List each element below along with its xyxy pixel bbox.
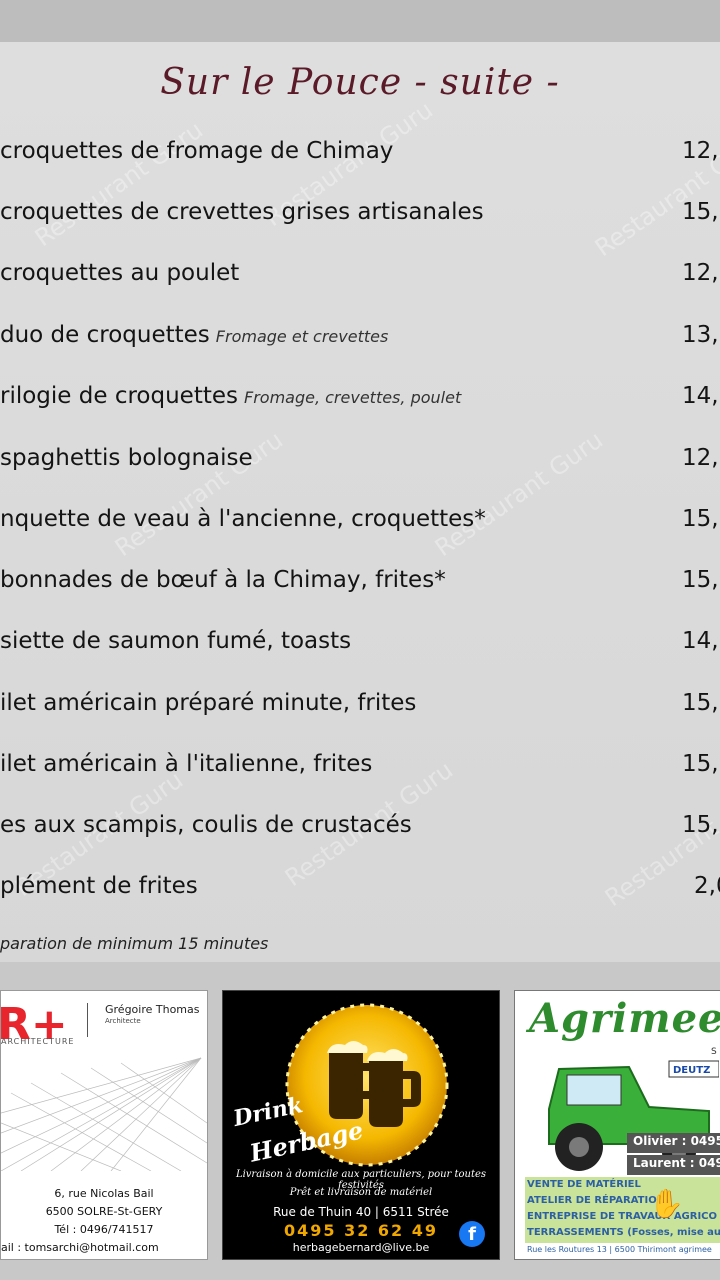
agrimee-brand: Agrimee (529, 995, 720, 1042)
menu-item: siette de saumon fumé, toasts 14,5 (0, 628, 720, 668)
item-name-text: ilet américain à l'italienne, frites (0, 751, 373, 777)
item-name-text: croquettes au poulet (0, 260, 240, 286)
item-price: 12,0 (682, 138, 720, 164)
top-band (0, 0, 720, 42)
architect-tagline: ARCHITECTURE (1, 1037, 75, 1046)
item-name-text: croquettes de crevettes grises artisanal… (0, 199, 484, 225)
menu-item: croquettes au poulet 12,0 (0, 260, 720, 300)
architect-name: Grégoire Thomas (105, 1003, 200, 1016)
agrimee-service-1: VENTE DE MATÉRIEL (527, 1179, 641, 1190)
agrimee-service-2: ATELIER DE RÉPARATION (527, 1195, 666, 1206)
item-price: 15,5 (682, 506, 720, 532)
item-name: nquette de veau à l'ancienne, croquettes… (0, 506, 486, 532)
item-name: duo de croquettes Fromage et crevettes (0, 322, 388, 348)
item-name-text: duo de croquettes (0, 322, 210, 348)
item-name: ilet américain préparé minute, frites (0, 690, 416, 716)
item-note: Fromage et crevettes (215, 327, 389, 346)
architect-address-city: 6500 SOLRE-St-GERY (45, 1205, 163, 1218)
stamp-icon: ✋ (649, 1187, 684, 1220)
drink-address: Rue de Thuin 40 | 6511 Strée (273, 1205, 449, 1219)
item-name: es aux scampis, coulis de crustacés (0, 812, 412, 838)
menu-item: ilet américain préparé minute, frites 15… (0, 690, 720, 730)
item-name-text: plément de frites (0, 873, 198, 899)
item-name-text: ilet américain préparé minute, frites (0, 690, 417, 716)
item-name: croquettes au poulet (0, 260, 239, 286)
architect-phone: Tél : 0496/741517 (54, 1223, 154, 1236)
menu-item: duo de croquettes Fromage et crevettes 13… (0, 322, 720, 362)
architect-address-street: 6, rue Nicolas Bail (54, 1187, 154, 1200)
item-name: rilogie de croquettes Fromage, crevettes,… (0, 383, 461, 409)
item-name-text: rilogie de croquettes (0, 383, 238, 409)
menu-item: es aux scampis, coulis de crustacés 15,0 (0, 812, 720, 852)
item-name: bonnades de bœuf à la Chimay, frites* (0, 567, 446, 593)
item-name: spaghettis bolognaise (0, 445, 253, 471)
item-price: 15,0 (682, 199, 720, 225)
item-price: 12,0 (682, 445, 720, 471)
menu-item: croquettes de crevettes grises artisanal… (0, 199, 720, 239)
item-price: 14,5 (682, 628, 720, 654)
deutz-label: DEUTZ (673, 1065, 710, 1076)
item-price: 15,0 (682, 751, 720, 777)
drink-line-2: Prêt et livraison de matériel (289, 1187, 433, 1198)
facebook-icon[interactable]: f (459, 1221, 485, 1247)
item-name-text: spaghettis bolognaise (0, 445, 253, 471)
item-price: 12,0 (682, 260, 720, 286)
drink-email[interactable]: herbagebernard@live.be (223, 1241, 499, 1254)
item-name-text: croquettes de fromage de Chimay (0, 138, 394, 164)
agrimee-service-3: ENTREPRISE DE TRAVAUX AGRICO (527, 1211, 718, 1222)
architect-role: Architecte (105, 1017, 141, 1025)
item-name-text: bonnades de bœuf à la Chimay, frites* (0, 567, 446, 593)
menu-item: ilet américain à l'italienne, frites 15,… (0, 751, 720, 791)
ad-architect[interactable]: R+ Grégoire Thomas Architecte ARCHITECTU… (0, 990, 208, 1260)
agrimee-address: Rue les Routures 13 | 6500 Thirimont agr… (527, 1245, 712, 1254)
item-note: Fromage, crevettes, poulet (244, 388, 462, 407)
item-price: 15,0 (682, 690, 720, 716)
menu-item: rilogie de croquettes Fromage, crevettes,… (0, 383, 720, 423)
agrimee-phone-laurent[interactable]: Laurent : 0495 (627, 1155, 720, 1175)
item-price: 2,0 (694, 873, 720, 899)
menu-item: plément de frites 2,0 (0, 873, 720, 913)
item-name: ilet américain à l'italienne, frites (0, 751, 372, 777)
menu-item: bonnades de bœuf à la Chimay, frites* 15… (0, 567, 720, 607)
item-name: croquettes de fromage de Chimay (0, 138, 393, 164)
item-name-text: nquette de veau à l'ancienne, croquettes… (0, 506, 486, 532)
item-name-text: siette de saumon fumé, toasts (0, 628, 352, 654)
menu-item: nquette de veau à l'ancienne, croquettes… (0, 506, 720, 546)
ad-agrimee[interactable]: Agrimee S DEUTZ Olivier : 0495 Laurent :… (514, 990, 720, 1260)
menu-item: spaghettis bolognaise 12,0 (0, 445, 720, 485)
drink-phone[interactable]: 0495 32 62 49 (223, 1221, 499, 1240)
item-name-text: es aux scampis, coulis de crustacés (0, 812, 412, 838)
item-price: 14,5 (682, 383, 720, 409)
item-name: croquettes de crevettes grises artisanal… (0, 199, 484, 225)
item-name: plément de frites (0, 873, 198, 899)
item-price: 15,0 (682, 812, 720, 838)
menu-title: Sur le Pouce - suite - (160, 62, 560, 103)
agrimee-service-4: TERRASSEMENTS (Fosses, mise au (527, 1227, 720, 1238)
item-price: 13,0 (682, 322, 720, 348)
menu-item: croquettes de fromage de Chimay 12,0 (0, 138, 720, 178)
agrimee-phone-olivier[interactable]: Olivier : 0495 (627, 1133, 720, 1153)
item-name: siette de saumon fumé, toasts (0, 628, 351, 654)
divider (87, 1003, 88, 1037)
perspective-grid-graphic (1, 1057, 207, 1171)
footnote: paration de minimum 15 minutes (0, 934, 269, 953)
ad-drink-herbage[interactable]: Drink Herbage Livraison à domicile aux p… (222, 990, 500, 1260)
architect-email: ail : tomsarchi@hotmail.com (1, 1241, 159, 1254)
item-price: 15,0 (682, 567, 720, 593)
